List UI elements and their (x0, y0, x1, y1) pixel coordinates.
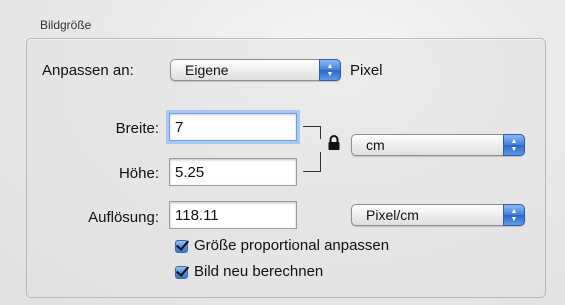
size-unit-value: cm (366, 137, 385, 153)
height-label: Höhe: (118, 165, 159, 182)
resolution-unit-value: Pixel/cm (366, 207, 419, 223)
lock-icon (328, 135, 340, 150)
link-bracket-bottom (303, 152, 321, 172)
resolution-unit-popup[interactable]: Pixel/cm ▲ ▼ (351, 204, 525, 226)
up-down-arrows-icon: ▲ ▼ (319, 59, 341, 81)
fit-popup-value: Eigene (185, 62, 229, 78)
height-field[interactable]: 5.25 (169, 158, 297, 186)
section-title: Bildgröße (40, 18, 92, 32)
size-unit-popup[interactable]: cm ▲ ▼ (351, 134, 525, 156)
resolution-field[interactable]: 118.11 (169, 201, 297, 229)
link-bracket-top (303, 126, 321, 139)
up-down-arrows-icon: ▲ ▼ (503, 204, 525, 226)
width-field[interactable]: 7 (169, 113, 297, 141)
fit-label: Anpassen an: (42, 62, 134, 79)
up-down-arrows-icon: ▲ ▼ (503, 134, 525, 156)
fit-popup[interactable]: Eigene ▲ ▼ (170, 59, 341, 81)
resample-label[interactable]: Bild neu berechnen (194, 263, 323, 280)
proportional-checkbox[interactable] (175, 240, 188, 253)
fit-unit-label: Pixel (350, 62, 383, 79)
resolution-label: Auflösung: (88, 209, 159, 226)
proportional-label[interactable]: Größe proportional anpassen (194, 237, 389, 254)
resample-checkbox[interactable] (175, 266, 188, 279)
width-label: Breite: (115, 120, 159, 137)
